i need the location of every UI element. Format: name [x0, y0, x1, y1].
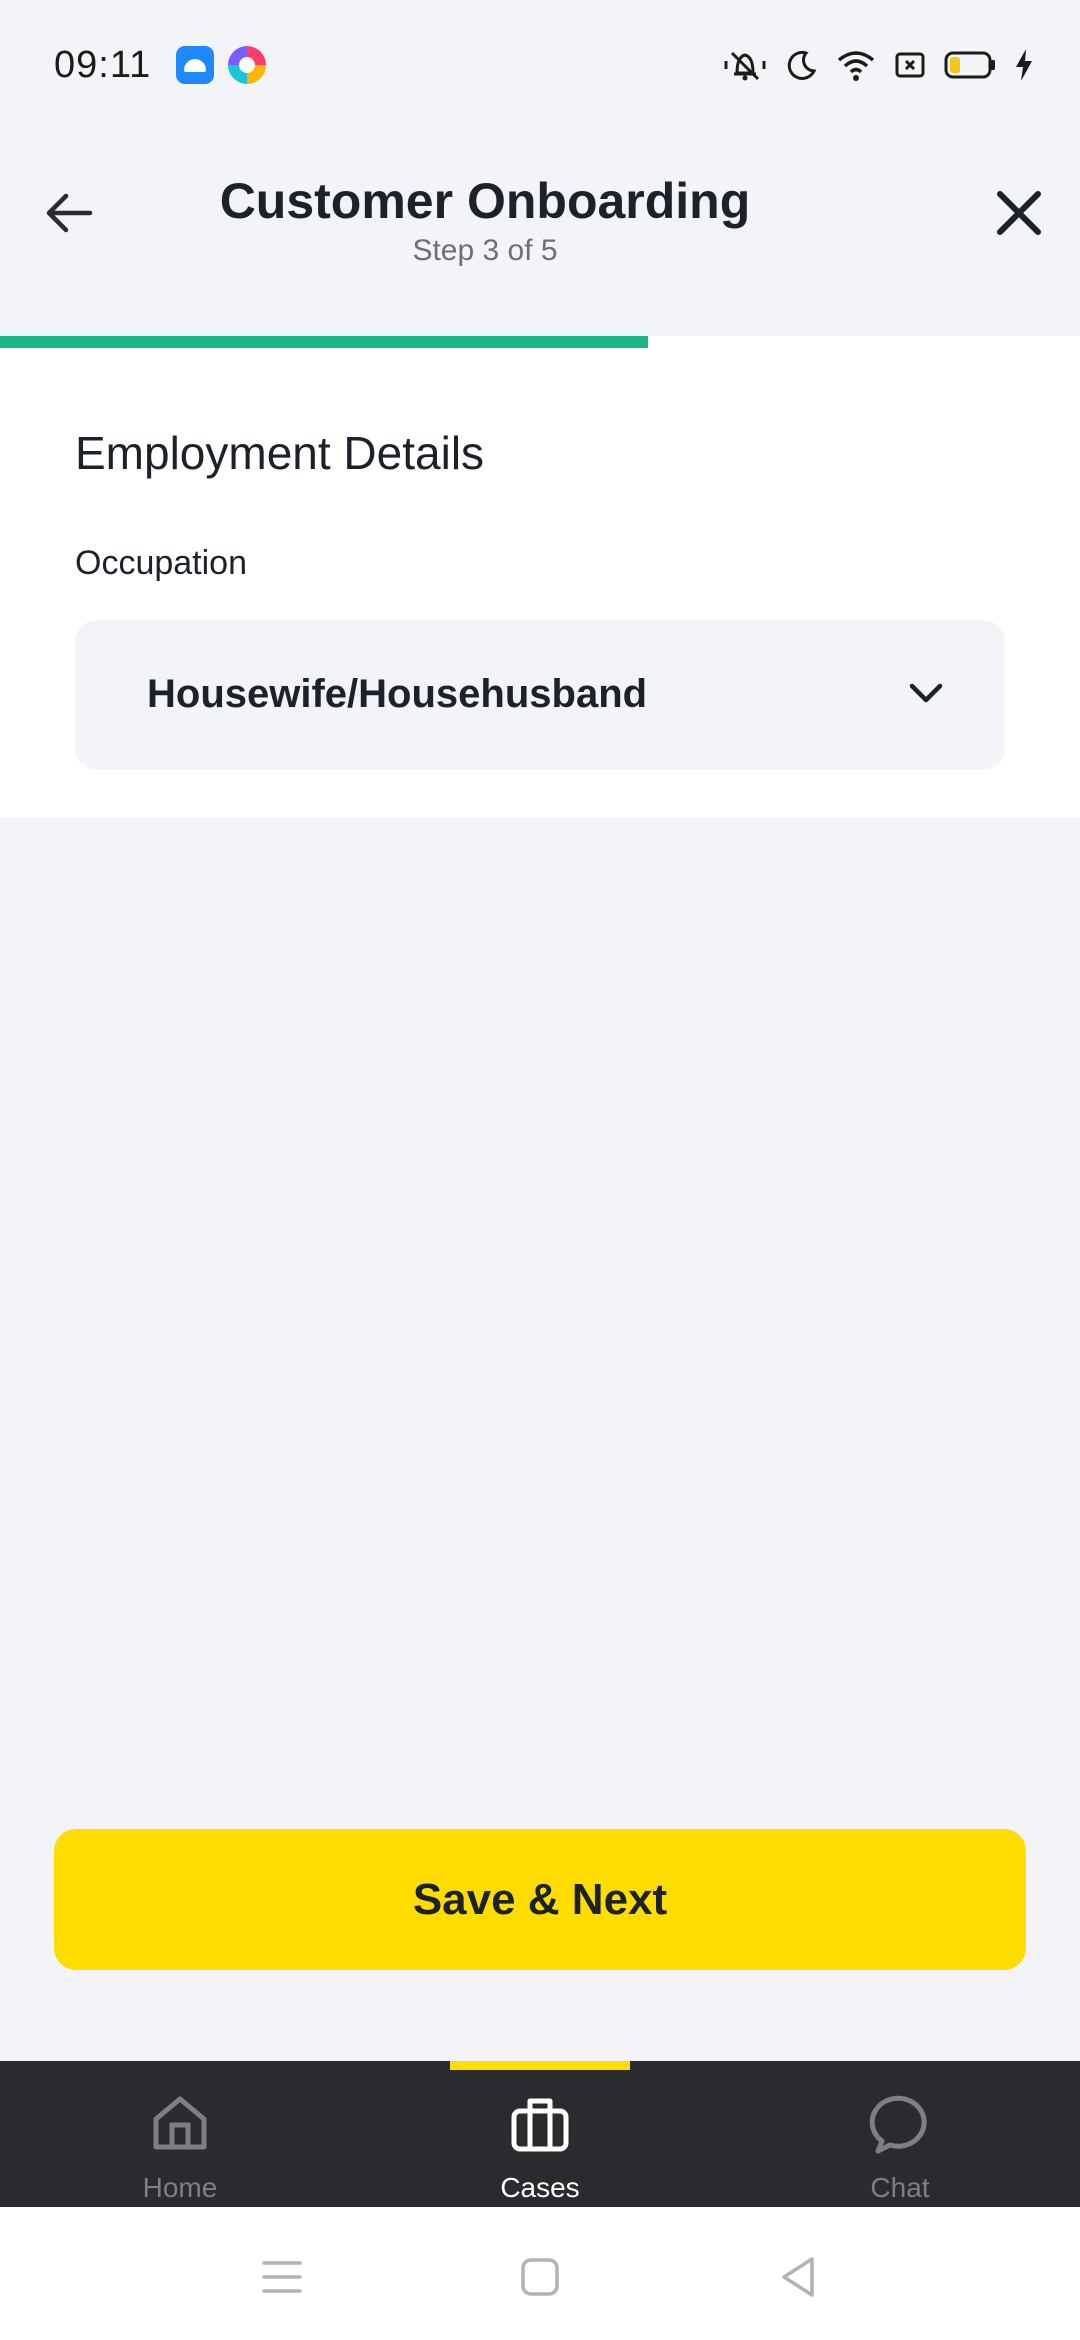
triangle-back-icon[interactable]: [768, 2247, 828, 2307]
header: Customer Onboarding Step 3 of 5: [0, 130, 1080, 336]
chat-bubble-icon: [869, 2095, 927, 2154]
section-title: Employment Details: [75, 427, 485, 479]
system-nav-bar: [0, 2207, 1080, 2340]
back-button[interactable]: [36, 180, 102, 246]
chevron-down-icon: [903, 670, 949, 716]
nav-item-chat[interactable]: Chat: [750, 2061, 1050, 2207]
menu-lines-icon[interactable]: [252, 2247, 312, 2307]
briefcase-icon: [511, 2098, 569, 2152]
close-icon: [997, 191, 1041, 235]
moon-icon: [786, 49, 818, 81]
status-time: 09:11: [54, 44, 152, 86]
square-home-icon[interactable]: [510, 2247, 570, 2307]
onboarding-screen: 09:11 Customer Onboarding Step 3 of 5 Em…: [0, 0, 1080, 2340]
occupation-dropdown[interactable]: Housewife/Househusband: [75, 620, 1005, 770]
arrow-left-icon: [46, 193, 93, 233]
nav-label-chat: Chat: [870, 2172, 930, 2203]
employment-card: Employment Details Occupation Housewife/…: [0, 348, 1080, 818]
nav-item-cases[interactable]: Cases: [390, 2061, 690, 2207]
battery-icon: [944, 50, 996, 80]
nav-label-cases: Cases: [500, 2172, 580, 2203]
page-title: Customer Onboarding: [219, 173, 751, 229]
home-icon: [153, 2096, 207, 2150]
progress-fill: [0, 336, 648, 348]
charging-bolt-icon: [1014, 48, 1034, 82]
status-bar: 09:11: [0, 0, 1080, 130]
close-button[interactable]: [986, 180, 1052, 246]
bottom-nav: Home Cases Chat: [0, 2061, 1080, 2207]
progress-bar: [0, 336, 1080, 348]
occupation-label: Occupation: [75, 544, 247, 582]
wifi-icon: [836, 48, 876, 82]
vibrate-silent-icon: [722, 47, 768, 83]
nav-item-home[interactable]: Home: [30, 2061, 330, 2207]
save-next-button[interactable]: Save & Next: [54, 1829, 1026, 1970]
save-next-label: Save & Next: [412, 1874, 668, 1924]
screen-record-icon: [894, 50, 926, 80]
android-app-icon: [176, 46, 214, 84]
occupation-selected-value: Housewife/Househusband: [147, 672, 648, 716]
nav-label-home: Home: [142, 2172, 218, 2203]
colorful-app-icon: [228, 46, 266, 84]
status-icons: [722, 44, 1034, 86]
step-indicator: Step 3 of 5: [412, 234, 558, 267]
